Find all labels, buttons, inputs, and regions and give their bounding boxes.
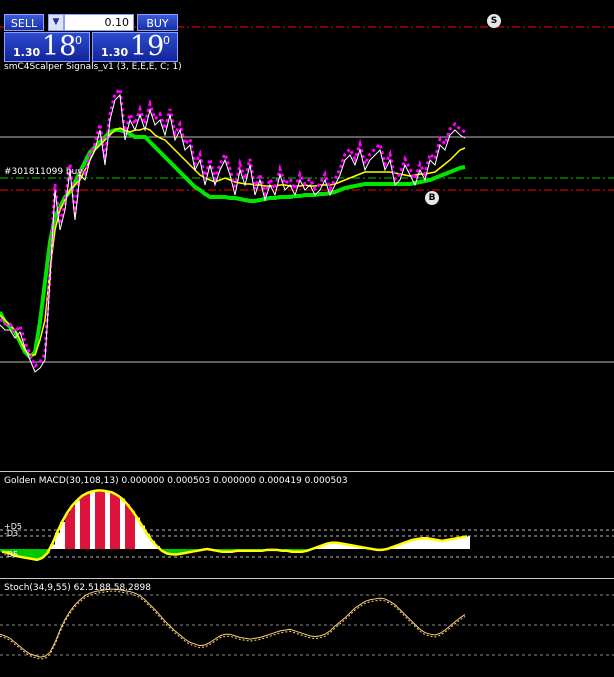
macd-histogram-bar: [460, 537, 465, 549]
macd-histogram-bar: [105, 491, 110, 549]
ask-price-button[interactable]: 1.30 19 0: [92, 31, 178, 62]
bid-price-prefix: 1.30: [13, 46, 41, 59]
one-click-trading-panel: SELL ▼ BUY 1.30 18 0 1.30 19 0: [4, 13, 178, 62]
macd-histogram-bar: [65, 513, 70, 549]
macd-histogram-bar: [110, 492, 115, 549]
main-indicator-label: smC4Scalper Signals_v1 (3, E,E,E, C; 1): [4, 62, 182, 72]
macd-histogram-bar: [85, 493, 90, 549]
stoch-signal-line: [0, 590, 466, 660]
stoch-main-line: [0, 588, 466, 658]
macd-histogram-bar: [100, 490, 105, 549]
macd-histogram-bar: [75, 500, 80, 549]
buy-button[interactable]: BUY: [137, 14, 178, 31]
macd-series-group: [0, 489, 470, 562]
macd-indicator-panel[interactable]: Golden MACD(30,108,13) 0.000000 0.000503…: [0, 471, 614, 578]
sell-signal-marker[interactable]: S: [487, 14, 501, 28]
bid-price-sup: 0: [75, 34, 82, 47]
macd-histogram-bar: [95, 490, 100, 549]
macd-histogram-bar: [115, 495, 120, 549]
chevron-down-icon[interactable]: ▼: [48, 14, 64, 31]
bid-price-button[interactable]: 1.30 18 0: [4, 31, 90, 62]
macd-histogram-bar: [455, 538, 460, 549]
lot-size-input[interactable]: [64, 14, 134, 31]
ask-price-big: 19: [130, 31, 165, 62]
macd-level-label: -D3: [4, 529, 19, 538]
macd-histogram-bar: [440, 540, 445, 549]
macd-histogram-bar: [125, 504, 130, 549]
bid-price-big: 18: [42, 31, 77, 62]
macd-histogram-bar: [70, 505, 75, 549]
macd-histogram-bar: [420, 538, 425, 549]
ask-price-prefix: 1.30: [101, 46, 129, 59]
macd-histogram-bar: [90, 491, 95, 549]
order-label: #301811099 buy: [4, 167, 83, 177]
stochastic-chart-svg: [0, 588, 614, 660]
macd-chart-svg: [0, 489, 614, 562]
macd-histogram-bar: [130, 510, 135, 549]
green-band-line: [0, 128, 466, 360]
sell-button[interactable]: SELL: [4, 14, 44, 31]
ask-price-sup: 0: [163, 34, 170, 47]
main-price-chart[interactable]: smC4Scalper Signals_v1 (3, E,E,E, C; 1) …: [0, 0, 614, 470]
buy-signal-marker[interactable]: B: [425, 191, 439, 205]
macd-label: Golden MACD(30,108,13) 0.000000 0.000503…: [4, 476, 348, 486]
macd-histogram-bar: [120, 498, 125, 549]
main-series-group: [0, 85, 466, 373]
macd-histogram-bar: [465, 536, 470, 549]
stoch-series-group: [0, 588, 466, 660]
stoch-label: Stoch(34,9,55) 62.5188 58.2898: [4, 583, 151, 593]
stochastic-indicator-panel[interactable]: Stoch(34,9,55) 62.5188 58.2898: [0, 578, 614, 673]
macd-level-label: -D5: [4, 550, 19, 559]
macd-histogram-bar: [80, 495, 85, 549]
magenta-signal-line: [0, 85, 466, 369]
yellow-ma-line: [0, 127, 466, 356]
